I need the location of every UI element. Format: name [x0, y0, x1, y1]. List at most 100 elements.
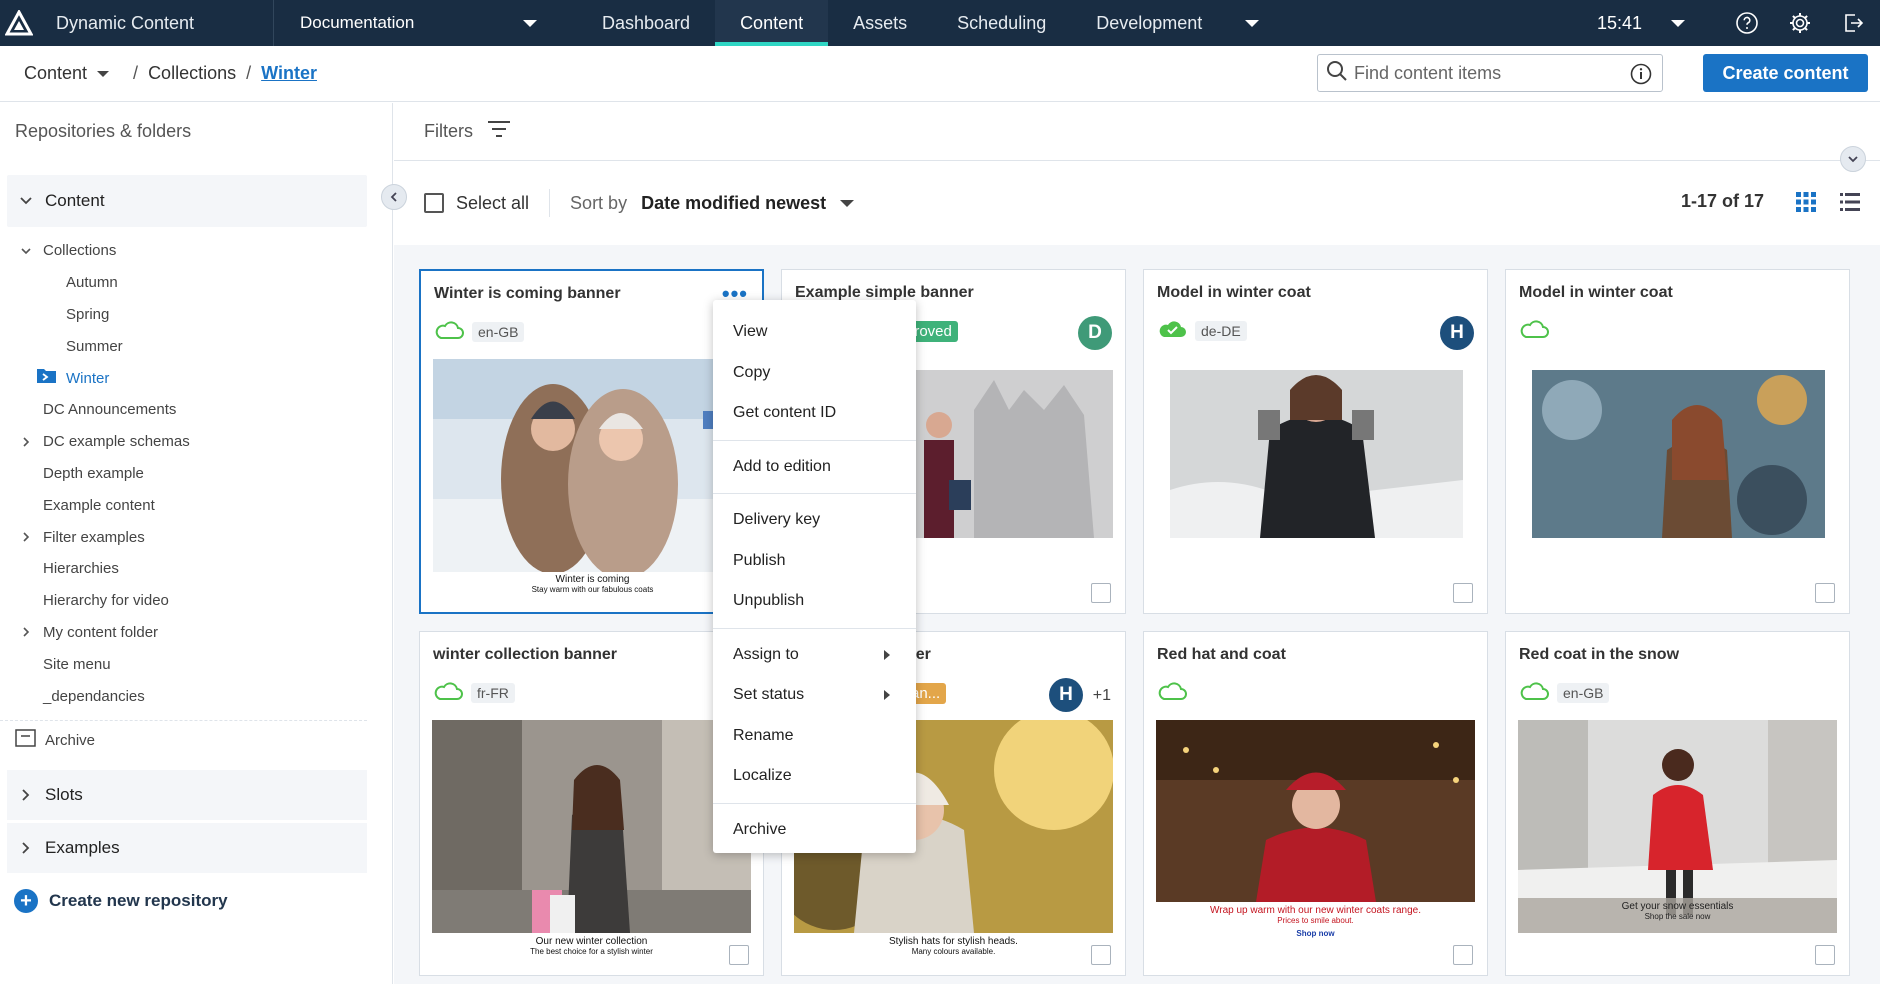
thumbnail-caption: Winter is coming: [555, 574, 630, 585]
cloud-icon: [1157, 681, 1187, 706]
tab-content[interactable]: Content: [715, 0, 829, 46]
create-repository-button[interactable]: + Create new repository: [0, 875, 392, 927]
breadcrumb-bar: Content / Collections / Winter Create co…: [0, 46, 1880, 102]
tree-item-dependancies[interactable]: _dependancies: [0, 680, 392, 712]
menu-item-copy[interactable]: Copy: [713, 353, 916, 394]
tree-item-archive[interactable]: Archive: [0, 719, 367, 760]
card-title[interactable]: Red hat and coat: [1157, 646, 1286, 664]
menu-item-rename[interactable]: Rename: [713, 716, 916, 757]
create-content-button[interactable]: Create content: [1703, 54, 1868, 92]
chevron-down-icon[interactable]: [97, 70, 110, 77]
tree-item-label: Filter examples: [43, 528, 145, 546]
menu-item-assign-to[interactable]: Assign to: [713, 635, 916, 676]
chevron-down-icon[interactable]: [7, 196, 45, 206]
sort-dropdown[interactable]: Date modified newest: [641, 193, 826, 214]
tree-item-site-menu[interactable]: Site menu: [0, 648, 392, 680]
tree-item-example-content[interactable]: Example content: [0, 489, 392, 521]
list-view-icon[interactable]: [1840, 192, 1860, 217]
help-icon[interactable]: [1734, 10, 1760, 36]
card-checkbox[interactable]: [1091, 583, 1111, 603]
menu-item-view[interactable]: View: [713, 312, 916, 353]
tree-item-summer[interactable]: Summer: [0, 330, 392, 362]
menu-item-get-content-id[interactable]: Get content ID: [713, 393, 916, 434]
repo-slots[interactable]: Slots: [7, 769, 367, 820]
menu-item-publish[interactable]: Publish: [713, 541, 916, 582]
tree-item-winter[interactable]: Winter: [0, 362, 392, 394]
tree-item-dc-example-schemas[interactable]: DC example schemas: [0, 426, 392, 458]
tab-assets[interactable]: Assets: [828, 0, 932, 46]
more-tabs-button[interactable]: [1237, 0, 1267, 46]
chevron-down-icon: [523, 19, 537, 27]
select-all-label[interactable]: Select all: [456, 189, 551, 217]
time-dropdown-button[interactable]: [1668, 19, 1688, 27]
tree-item-hierarchy-for-video[interactable]: Hierarchy for video: [0, 585, 392, 617]
chevron-down-icon[interactable]: [15, 247, 37, 255]
menu-item-archive[interactable]: Archive: [713, 810, 916, 851]
gear-icon[interactable]: [1787, 10, 1813, 36]
menu-item-label: Set status: [733, 686, 805, 704]
tree-item-spring[interactable]: Spring: [0, 299, 392, 331]
menu-item-unpublish[interactable]: Unpublish: [713, 581, 916, 622]
chevron-right-icon[interactable]: [7, 788, 45, 802]
amplience-logo-icon[interactable]: [0, 0, 38, 46]
tree-item-autumn[interactable]: Autumn: [0, 267, 392, 299]
tree-item-hierarchies[interactable]: Hierarchies: [0, 553, 392, 585]
search-input[interactable]: [1354, 62, 1624, 84]
tree-item-filter-examples[interactable]: Filter examples: [0, 521, 392, 553]
filters-label[interactable]: Filters: [424, 121, 473, 142]
repo-content[interactable]: Content: [7, 175, 367, 227]
content-card[interactable]: Model in winter coat: [1505, 269, 1850, 614]
content-card[interactable]: Red hat and coat Wrap up warm with our n…: [1143, 631, 1488, 976]
repo-examples[interactable]: Examples: [7, 822, 367, 873]
thumbnail-link: Shop now: [1296, 929, 1335, 938]
filter-icon[interactable]: [487, 119, 511, 144]
tree-item-label: DC Announcements: [43, 401, 177, 419]
content-grid: Winter is coming banner ••• en-GB Winter…: [394, 245, 1880, 984]
chevron-down-icon[interactable]: [840, 199, 855, 207]
breadcrumb-content[interactable]: Content: [24, 63, 87, 84]
breadcrumb-collections[interactable]: Collections: [148, 63, 236, 84]
menu-item-delivery-key[interactable]: Delivery key: [713, 500, 916, 541]
card-checkbox[interactable]: [1453, 583, 1473, 603]
card-title[interactable]: Model in winter coat: [1157, 284, 1311, 302]
tree-item-my-content-folder[interactable]: My content folder: [0, 617, 392, 649]
filters-bar[interactable]: Filters: [394, 103, 1880, 161]
topbar-right: 15:41: [1597, 0, 1880, 46]
cloud-icon: [434, 320, 464, 345]
tree-item-label: Winter: [66, 369, 110, 387]
card-title[interactable]: Red coat in the snow: [1519, 646, 1679, 664]
chevron-right-icon[interactable]: [15, 531, 37, 543]
tree-item-label: Hierarchies: [43, 560, 119, 578]
menu-item-localize[interactable]: Localize: [713, 756, 916, 797]
collapse-sidebar-button[interactable]: [381, 184, 407, 210]
grid-view-icon[interactable]: [1796, 192, 1816, 217]
sidebar-title: Repositories & folders: [15, 121, 192, 141]
card-checkbox[interactable]: [1091, 945, 1111, 965]
chevron-right-icon[interactable]: [7, 841, 45, 855]
tree-item-dc-announcements[interactable]: DC Announcements: [0, 394, 392, 426]
tree-item-depth-example[interactable]: Depth example: [0, 458, 392, 490]
card-title[interactable]: winter collection banner: [433, 646, 617, 664]
tab-scheduling[interactable]: Scheduling: [932, 0, 1071, 46]
menu-item-set-status[interactable]: Set status: [713, 675, 916, 716]
card-checkbox[interactable]: [729, 945, 749, 965]
chevron-right-icon[interactable]: [15, 626, 37, 638]
chevron-right-icon[interactable]: [15, 436, 37, 448]
tab-development[interactable]: Development: [1071, 0, 1227, 46]
menu-item-add-to-edition[interactable]: Add to edition: [713, 447, 916, 488]
select-all-checkbox[interactable]: [424, 193, 444, 213]
logout-icon[interactable]: [1840, 10, 1866, 36]
tab-dashboard[interactable]: Dashboard: [577, 0, 715, 46]
card-title[interactable]: Model in winter coat: [1519, 284, 1673, 302]
card-checkbox[interactable]: [1815, 583, 1835, 603]
breadcrumb-winter[interactable]: Winter: [261, 63, 317, 84]
card-title[interactable]: Winter is coming banner: [434, 285, 621, 303]
content-card[interactable]: Model in winter coat de-DE H: [1143, 269, 1488, 614]
content-card[interactable]: Red coat in the snow en-GB Get your snow…: [1505, 631, 1850, 976]
thumbnail-caption: Our new winter collection: [535, 936, 648, 947]
workspace-selector[interactable]: Documentation: [273, 0, 553, 46]
card-checkbox[interactable]: [1815, 945, 1835, 965]
info-icon[interactable]: [1630, 63, 1652, 90]
tree-item-collections[interactable]: Collections: [0, 235, 392, 267]
card-checkbox[interactable]: [1453, 945, 1473, 965]
